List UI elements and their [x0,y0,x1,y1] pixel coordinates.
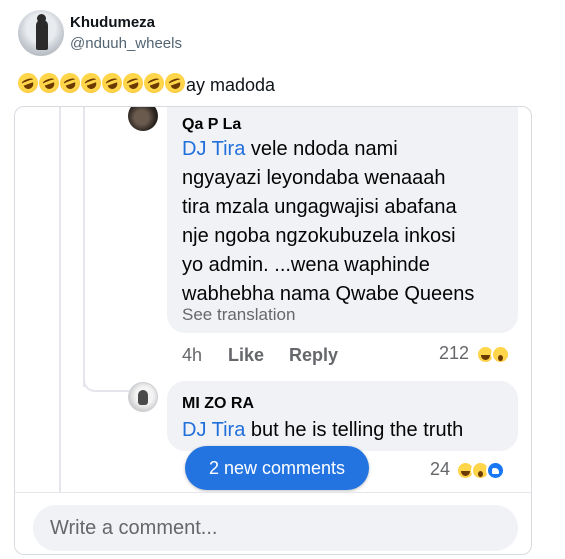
mention-link: DJ Tira [182,138,246,160]
new-comments-button: 2 new comments [185,446,369,490]
thread-line [83,107,85,387]
like-reaction-icon [486,461,505,480]
reaction-count: 212 [439,343,470,363]
comment-timestamp: 4h [182,345,203,365]
rolling-laughing-emoji-icon [141,70,167,96]
reaction-count: 24 [430,459,451,479]
tweet-text: ay madoda [15,70,276,98]
comment-author: MI ZO RA [182,395,254,412]
user-handle[interactable]: @nduuh_wheels [70,35,182,52]
comment-author: Qa P La [182,116,242,133]
rolling-laughing-emoji-icon [57,70,83,96]
rolling-laughing-emoji-icon [120,70,146,96]
like-button: Like [228,345,265,365]
comment-text: DJ Tira vele ndoda nami ngyayazi leyonda… [182,138,475,305]
user-avatar[interactable] [18,10,64,56]
rolling-laughing-emoji-icon [162,70,188,96]
divider [15,492,531,493]
thread-connector [83,362,129,392]
thread-line [59,107,61,492]
display-name[interactable]: Khudumeza [70,14,155,31]
comment-text: DJ Tira but he is telling the truth [182,419,464,441]
see-translation-link: See translation [182,305,296,324]
rolling-laughing-emoji-icon [78,70,104,96]
rolling-laughing-emoji-icon [99,70,125,96]
reply-button: Reply [289,345,339,365]
comment-input [33,505,518,551]
rolling-laughing-emoji-icon [15,70,41,96]
emoji-row [15,70,188,98]
attached-image[interactable]: Qa P La DJ Tira vele ndoda nami ngyayazi… [14,106,532,555]
mention-link: DJ Tira [182,419,246,441]
wow-reaction-icon [491,345,510,364]
rolling-laughing-emoji-icon [36,70,62,96]
commenter-avatar [128,107,158,131]
tweet-text-content: ay madoda [186,75,276,95]
commenter-avatar [128,382,158,412]
